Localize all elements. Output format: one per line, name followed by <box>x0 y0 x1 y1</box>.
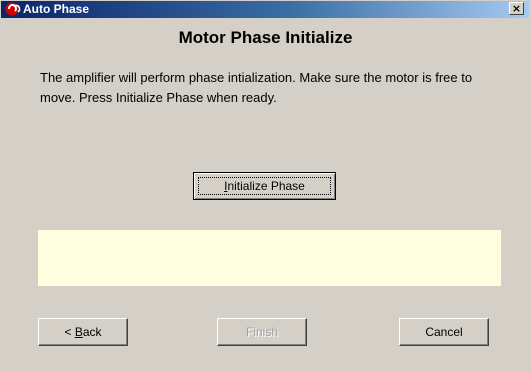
window-title: Auto Phase <box>23 2 90 16</box>
page-title: Motor Phase Initialize <box>178 28 353 47</box>
app-logo-icon <box>5 2 21 16</box>
close-icon: × <box>511 2 522 15</box>
finish-button[interactable]: Finish <box>217 318 307 346</box>
initialize-phase-label: Initialize Phase <box>224 179 305 193</box>
status-message-area <box>38 230 501 286</box>
back-button[interactable]: < Back <box>38 318 128 346</box>
initialize-phase-button[interactable]: Initialize Phase <box>193 172 336 200</box>
auto-phase-dialog: Auto Phase × Motor Phase Initialize The … <box>0 0 531 372</box>
instructions-text: The amplifier will perform phase intiali… <box>40 70 473 105</box>
close-button[interactable]: × <box>509 2 524 15</box>
title-bar[interactable]: Auto Phase × <box>1 1 529 18</box>
cancel-button[interactable]: Cancel <box>399 318 489 346</box>
back-label: < Back <box>64 325 102 339</box>
